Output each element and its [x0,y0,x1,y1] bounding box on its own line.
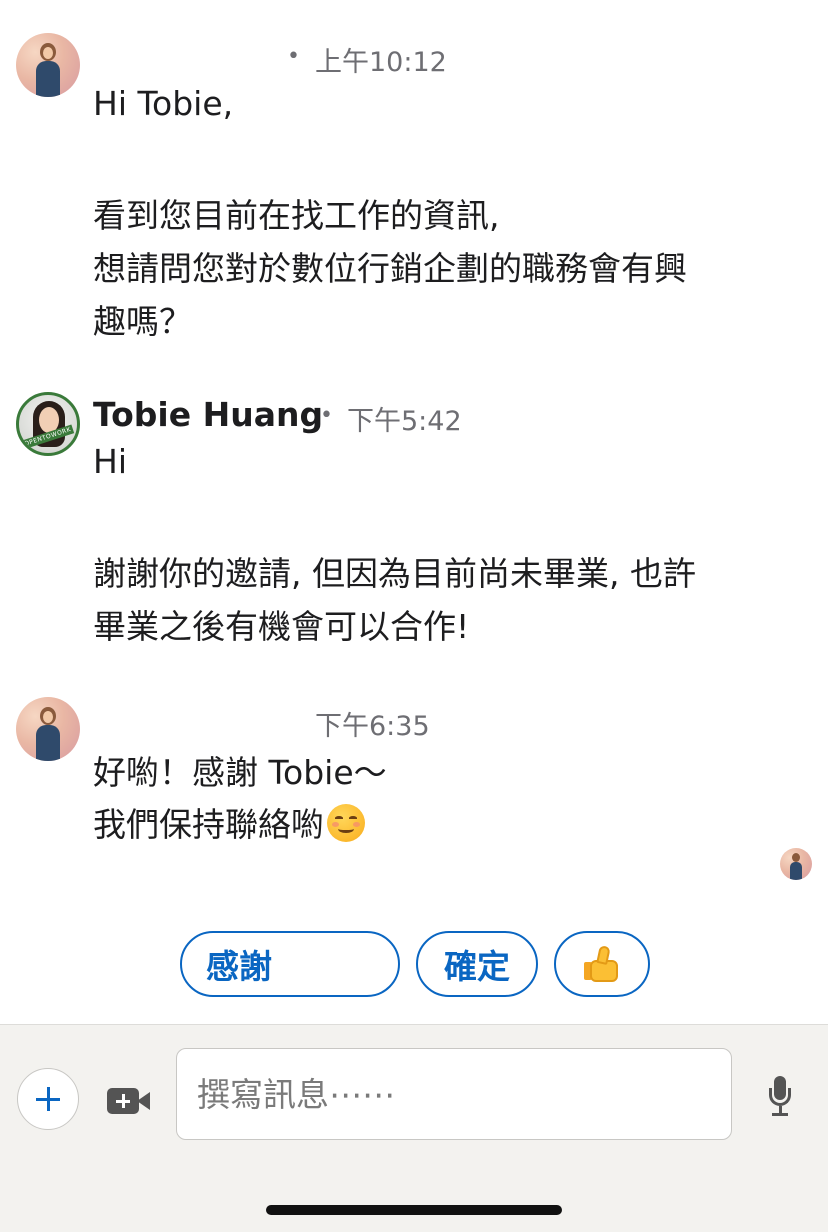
sender-avatar[interactable] [16,33,80,97]
message-text-line: Hi Tobie, [93,84,234,123]
microphone-button[interactable] [766,1076,794,1118]
message-input[interactable] [197,1074,731,1114]
message-time: 下午5:42 [347,406,462,437]
message-text-line: 畢業之後有機會可以合作! [93,607,470,646]
quick-reply-like-button[interactable] [554,931,650,997]
separator-dot: • [320,403,333,428]
message-text-line: Hi [93,442,127,481]
home-indicator[interactable] [266,1205,562,1215]
smiling-face-icon [327,804,365,842]
message-time: 上午10:12 [315,47,447,78]
message-text-line: 我們保持聯絡喲 [93,798,365,846]
sender-name[interactable]: Tobie Huang [93,395,323,434]
message-time: 下午6:35 [315,711,430,742]
sender-avatar[interactable]: #OPENTOWORK [16,392,80,456]
message-text: 我們保持聯絡喲 [93,805,324,844]
quick-reply-confirm-button[interactable]: 確定 [416,931,538,997]
add-attachment-button[interactable] [17,1068,79,1130]
message-input-box[interactable] [176,1048,732,1140]
video-meeting-button[interactable] [107,1086,151,1116]
message-text-line: 趣嗎？ [93,302,192,341]
sender-avatar[interactable] [16,697,80,761]
read-receipt-avatar [780,848,812,880]
message-text-line: 好喲！感謝 Tobie～ [93,753,387,792]
separator-dot: • [287,44,300,69]
message-text-line: 想請問您對於數位行銷企劃的職務會有興 [93,249,687,288]
message-text-line: 看到您目前在找工作的資訊, [93,196,500,235]
thumbs-up-icon [582,944,622,984]
quick-reply-label: 感謝 [206,947,272,986]
message-text-line: 謝謝你的邀請, 但因為目前尚未畢業, 也許 [93,554,696,593]
quick-reply-label: 確定 [444,947,510,986]
quick-reply-thanks-button[interactable]: 感謝 [180,931,400,997]
